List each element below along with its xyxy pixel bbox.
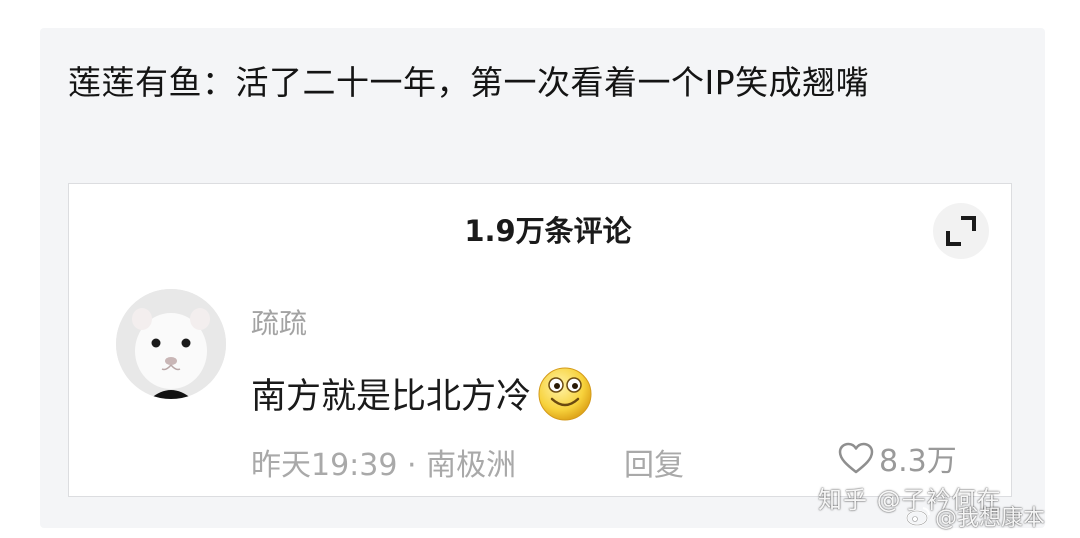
comment-username[interactable]: 疏疏 <box>251 302 307 342</box>
hamster-avatar-icon <box>116 289 226 399</box>
screenshot-page: 莲莲有鱼：活了二十一年，第一次看着一个IP笑成翘嘴 1.9万条评论 疏疏 南方就… <box>0 0 1080 538</box>
comments-header: 1.9万条评论 <box>69 208 1011 250</box>
comments-panel: 1.9万条评论 疏疏 南方就是比北方冷 昨天19:39 · 南极洲 回复 8.3… <box>68 183 1012 497</box>
comment-text: 南方就是比北方冷 <box>251 376 532 417</box>
like-button[interactable]: 8.3万 <box>837 436 957 480</box>
weibo-watermark: @我想康本 <box>905 500 1045 532</box>
smile-emoji-icon <box>538 367 592 421</box>
comment-meta: 昨天19:39 · 南极洲 <box>251 440 516 484</box>
comments-count-label: 1.9万条评论 <box>464 214 632 248</box>
meta-separator: · <box>407 448 417 483</box>
reply-button[interactable]: 回复 <box>624 440 684 484</box>
post-title: 莲莲有鱼：活了二十一年，第一次看着一个IP笑成翘嘴 <box>68 63 870 102</box>
comment-location: 南极洲 <box>426 448 517 483</box>
expand-button[interactable] <box>933 203 989 259</box>
comment-time: 昨天19:39 <box>251 448 398 483</box>
heart-icon <box>838 442 874 474</box>
weibo-logo-icon <box>906 507 930 526</box>
comment-body: 南方就是比北方冷 <box>251 363 595 423</box>
expand-icon <box>946 216 976 246</box>
like-count: 8.3万 <box>879 444 957 479</box>
weibo-watermark-text: @我想康本 <box>935 506 1046 531</box>
avatar[interactable] <box>116 289 226 399</box>
